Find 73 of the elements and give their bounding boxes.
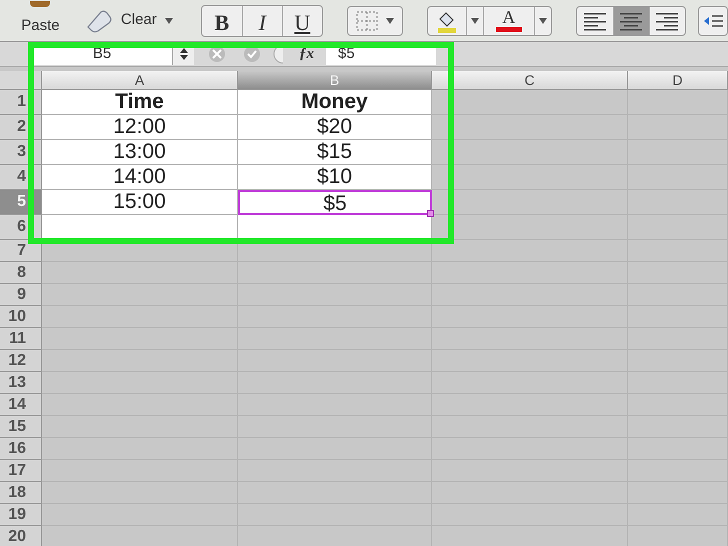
table-cell[interactable] xyxy=(432,165,628,190)
fill-handle[interactable] xyxy=(427,210,434,217)
table-cell[interactable] xyxy=(42,504,238,526)
table-cell[interactable] xyxy=(42,306,238,328)
selected-cell[interactable]: $5 xyxy=(238,190,432,215)
cancel-icon[interactable] xyxy=(208,45,226,63)
table-cell[interactable] xyxy=(432,190,628,215)
table-cell[interactable]: Time xyxy=(42,90,238,115)
caret-icon xyxy=(386,18,394,24)
color-bar xyxy=(496,26,522,32)
indent-button[interactable] xyxy=(698,6,728,36)
caret-icon xyxy=(538,18,547,24)
align-icon xyxy=(618,10,644,30)
row-header[interactable]: 17 xyxy=(0,460,42,482)
format-button[interactable]: B xyxy=(202,6,242,36)
table-cell[interactable]: $10 xyxy=(238,165,432,190)
table-cell[interactable] xyxy=(42,394,238,416)
row-header[interactable]: 19 xyxy=(0,504,42,526)
table-cell[interactable] xyxy=(42,350,238,372)
row-header[interactable]: 15 xyxy=(0,416,42,438)
table-cell[interactable] xyxy=(238,215,432,240)
align-icon xyxy=(582,10,608,30)
borders-icon xyxy=(356,10,378,30)
stepper-icon xyxy=(180,48,188,60)
indent-icon xyxy=(703,12,723,28)
column-header[interactable]: C xyxy=(432,71,628,90)
row-header[interactable]: 8 xyxy=(0,262,42,284)
row-header[interactable]: 16 xyxy=(0,438,42,460)
align-button[interactable] xyxy=(612,6,649,34)
format-button[interactable]: U xyxy=(282,6,322,36)
row-header[interactable]: 20 xyxy=(0,526,42,546)
table-cell[interactable]: Money xyxy=(238,90,432,115)
check-icon[interactable] xyxy=(243,45,261,63)
format-button[interactable]: I xyxy=(242,6,282,36)
row-header[interactable]: 7 xyxy=(0,240,42,262)
table-cell[interactable] xyxy=(42,284,238,306)
table-cell[interactable] xyxy=(628,90,728,115)
borders-button[interactable] xyxy=(346,6,403,36)
column-header[interactable]: D xyxy=(628,71,728,90)
column-header[interactable]: A xyxy=(42,71,238,90)
table-cell[interactable] xyxy=(432,140,628,165)
table-cell[interactable] xyxy=(432,115,628,140)
table-cell[interactable] xyxy=(42,416,238,438)
align-icon xyxy=(654,10,680,30)
table-cell[interactable] xyxy=(42,460,238,482)
table-cell[interactable] xyxy=(42,262,238,284)
row-header[interactable]: 9 xyxy=(0,284,42,306)
table-cell[interactable]: 12:00 xyxy=(42,115,238,140)
font-color-button[interactable]: A xyxy=(482,6,534,34)
table-cell[interactable] xyxy=(42,482,238,504)
table-cell[interactable] xyxy=(432,90,628,115)
row-header[interactable]: 11 xyxy=(0,328,42,350)
paste-button[interactable]: Paste xyxy=(8,0,73,42)
function-button[interactable]: ƒx xyxy=(299,42,314,66)
table-cell[interactable]: 14:00 xyxy=(42,165,238,190)
table-cell[interactable]: 13:00 xyxy=(42,140,238,165)
row-header[interactable]: 10 xyxy=(0,306,42,328)
table-cell[interactable]: $15 xyxy=(238,140,432,165)
caret-icon xyxy=(470,18,479,24)
table-cell[interactable] xyxy=(42,438,238,460)
table-cell[interactable] xyxy=(42,215,238,240)
clear-button[interactable]: Clear xyxy=(84,8,173,32)
table-cell[interactable] xyxy=(42,372,238,394)
row-header[interactable]: 14 xyxy=(0,394,42,416)
table-cell[interactable]: 15:00 xyxy=(42,190,238,215)
eraser-icon xyxy=(84,8,113,32)
table-cell[interactable] xyxy=(432,240,628,262)
table-cell[interactable]: $20 xyxy=(238,115,432,140)
caret-icon xyxy=(164,18,173,24)
row-header[interactable]: 13 xyxy=(0,372,42,394)
row-header[interactable]: 12 xyxy=(0,350,42,372)
table-cell[interactable] xyxy=(42,328,238,350)
row-header[interactable]: 18 xyxy=(0,482,42,504)
